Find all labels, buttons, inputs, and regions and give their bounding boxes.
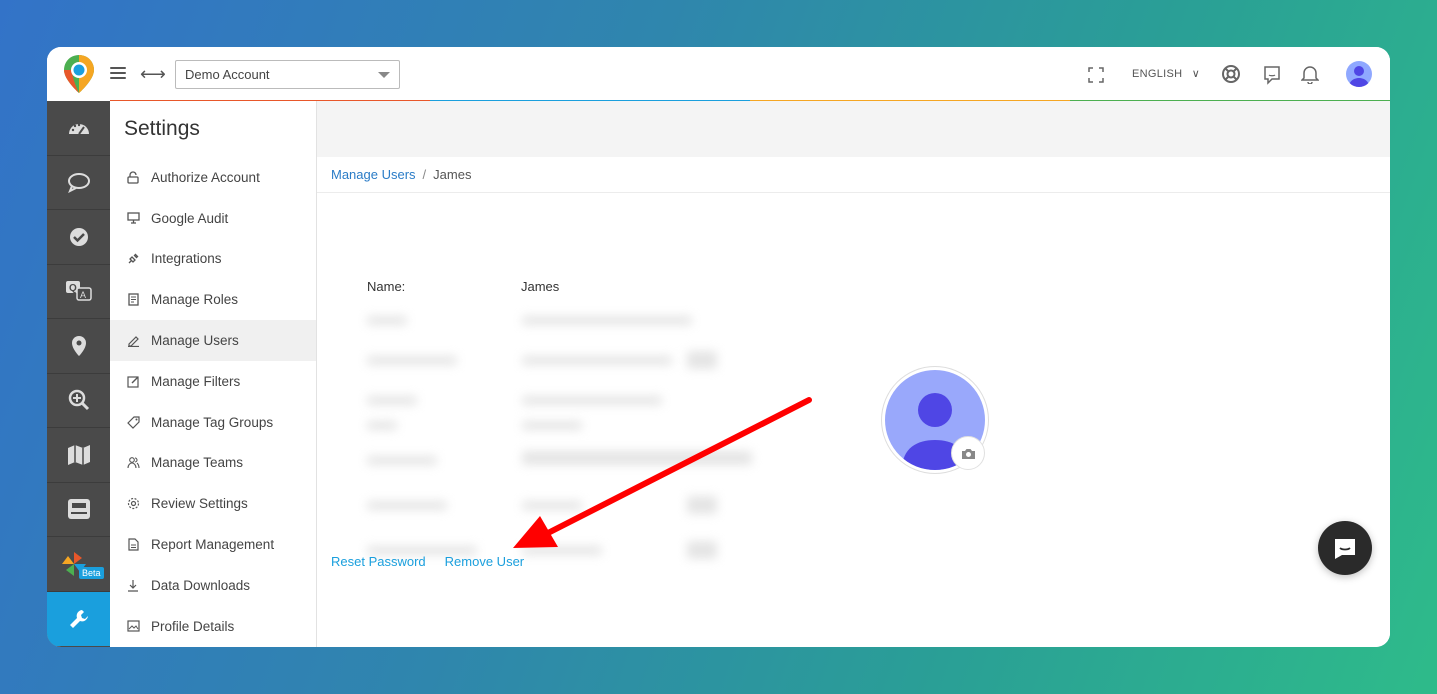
- top-bar: ⟷ Demo Account ENGLISH ∨: [47, 47, 1390, 101]
- menu-item-label: Report Management: [151, 537, 275, 553]
- menu-item-manage-tag-groups[interactable]: Manage Tag Groups: [110, 402, 316, 443]
- menu-item-label: Google Audit: [151, 210, 229, 226]
- zoom-in-icon: [68, 390, 89, 411]
- menu-item-label: Authorize Account: [151, 169, 260, 185]
- menu-item-manage-filters[interactable]: Manage Filters: [110, 361, 316, 402]
- rail-inbox[interactable]: [47, 483, 110, 537]
- user-avatar[interactable]: [1346, 61, 1372, 87]
- app-logo: [64, 55, 94, 93]
- image-icon: [126, 619, 140, 633]
- main-header: [317, 101, 1390, 157]
- menu-item-review-settings[interactable]: Review Settings: [110, 483, 316, 524]
- app-window: ⟷ Demo Account ENGLISH ∨ Q A Beta Settin…: [47, 47, 1390, 647]
- menu-item-data-downloads[interactable]: Data Downloads: [110, 565, 316, 606]
- chat-widget-icon: [1335, 539, 1355, 559]
- messages-icon[interactable]: [1263, 65, 1281, 85]
- map-icon: [67, 444, 90, 465]
- pencil-icon: [126, 334, 140, 348]
- language-label: ENGLISH: [1132, 68, 1183, 80]
- rail-chat[interactable]: [47, 156, 110, 210]
- account-select[interactable]: Demo Account: [175, 60, 400, 89]
- svg-text:A: A: [80, 290, 86, 300]
- inbox-icon: [67, 499, 90, 520]
- breadcrumb-manage-users-link[interactable]: Manage Users: [331, 167, 416, 182]
- dashboard-icon: [68, 123, 89, 135]
- location-pin-icon: [71, 335, 86, 356]
- language-selector[interactable]: ENGLISH ∨: [1132, 67, 1200, 80]
- remove-user-link[interactable]: Remove User: [445, 554, 524, 569]
- menu-item-authorize-account[interactable]: Authorize Account: [110, 157, 316, 198]
- edit-icon: [126, 374, 140, 388]
- name-value: James: [521, 279, 560, 294]
- chevron-down-icon: ∨: [1191, 68, 1201, 80]
- rail-tasks[interactable]: [47, 210, 110, 265]
- menu-item-manage-teams[interactable]: Manage Teams: [110, 443, 316, 484]
- help-lifebuoy-icon[interactable]: [1221, 64, 1241, 84]
- icon-rail: QA Beta: [47, 101, 110, 647]
- chat-icon: [67, 173, 90, 194]
- settings-menu: Settings Authorize Account Google Audit …: [110, 101, 317, 647]
- breadcrumb: Manage Users / James: [317, 157, 1390, 193]
- rail-search[interactable]: [47, 374, 110, 428]
- menu-item-label: Manage Tag Groups: [151, 414, 274, 430]
- reset-password-link[interactable]: Reset Password: [331, 554, 426, 569]
- menu-item-integrations[interactable]: Integrations: [110, 239, 316, 280]
- menu-item-label: Integrations: [151, 251, 222, 267]
- breadcrumb-current: James: [433, 167, 472, 182]
- support-chat-button[interactable]: [1318, 521, 1372, 575]
- main-content: Manage Users / James Name: James Reset P…: [317, 101, 1390, 647]
- download-icon: [126, 578, 140, 592]
- bell-icon[interactable]: [1301, 64, 1319, 84]
- account-select-value: Demo Account: [185, 67, 270, 82]
- menu-item-label: Review Settings: [151, 496, 248, 512]
- team-icon: [126, 456, 140, 470]
- hamburger-menu-icon[interactable]: [110, 67, 126, 81]
- menu-title: Settings: [124, 117, 200, 140]
- rail-locations[interactable]: [47, 319, 110, 374]
- unlock-icon: [126, 170, 140, 184]
- beta-badge: Beta: [79, 567, 104, 579]
- monitor-icon: [126, 211, 140, 225]
- name-label: Name:: [367, 279, 406, 294]
- report-icon: [126, 538, 140, 552]
- svg-text:Q: Q: [69, 283, 77, 294]
- menu-item-label: Manage Users: [151, 333, 239, 349]
- menu-item-profile-details[interactable]: Profile Details: [110, 606, 316, 647]
- camera-icon: [961, 448, 975, 459]
- change-photo-button[interactable]: [951, 436, 985, 470]
- wrench-icon: [69, 609, 88, 628]
- check-circle-icon: [69, 227, 88, 246]
- chevron-down-icon: [378, 71, 390, 78]
- qa-icon: QA: [65, 281, 92, 301]
- rail-dashboard[interactable]: [47, 101, 110, 156]
- rail-settings[interactable]: [47, 591, 110, 646]
- menu-item-label: Manage Teams: [151, 455, 244, 471]
- menu-item-label: Manage Filters: [151, 373, 241, 389]
- tag-icon: [126, 415, 140, 429]
- plug-icon: [126, 252, 140, 266]
- rail-qa[interactable]: QA: [47, 265, 110, 319]
- rail-map[interactable]: [47, 428, 110, 483]
- menu-item-manage-users[interactable]: Manage Users: [110, 320, 316, 361]
- menu-item-label: Profile Details: [151, 618, 235, 634]
- document-icon: [126, 293, 140, 307]
- expand-horizontal-icon[interactable]: ⟷: [140, 64, 166, 84]
- menu-item-label: Data Downloads: [151, 577, 251, 593]
- rail-beta-feature[interactable]: Beta: [47, 537, 110, 592]
- menu-item-label: Manage Roles: [151, 292, 239, 308]
- user-actions: Reset Password Remove User: [331, 554, 524, 569]
- menu-item-google-audit[interactable]: Google Audit: [110, 198, 316, 239]
- menu-item-manage-roles[interactable]: Manage Roles: [110, 279, 316, 320]
- menu-item-report-management[interactable]: Report Management: [110, 524, 316, 565]
- fullscreen-icon[interactable]: [1088, 67, 1104, 83]
- breadcrumb-separator: /: [422, 167, 427, 182]
- gear-icon: [126, 497, 140, 511]
- blurred-user-details: [347, 311, 752, 571]
